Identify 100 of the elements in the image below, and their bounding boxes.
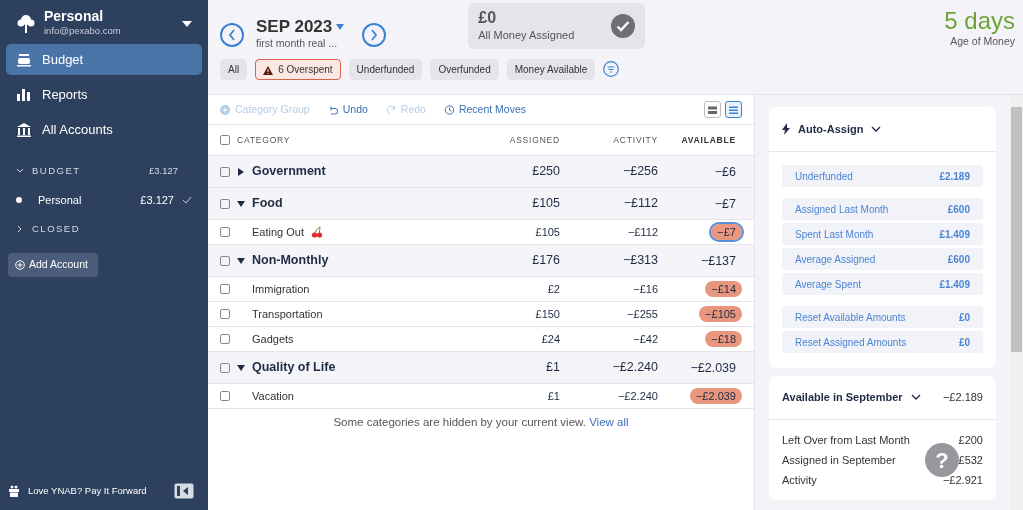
dot-icon <box>16 197 22 203</box>
column-header[interactable]: AVAILABLE <box>681 133 736 147</box>
available-amount: −£2.039 <box>689 359 737 376</box>
section-amount: £3.127 <box>148 163 178 178</box>
dropdown-caret-icon[interactable] <box>336 24 345 30</box>
available-amount[interactable]: −£2.039 <box>689 388 742 404</box>
age-of-money-value: 5 days <box>944 8 1015 34</box>
auto-assign-option[interactable]: Reset Assigned Amounts £0 <box>782 331 983 353</box>
chevron-right-icon <box>370 28 379 41</box>
row-checkbox[interactable] <box>220 198 230 209</box>
summary-amount: £200 <box>958 433 983 448</box>
nav-item[interactable]: Budget <box>6 44 202 75</box>
row-checkbox[interactable] <box>220 166 230 177</box>
scrollbar-thumb[interactable] <box>1011 107 1022 352</box>
filter-icon[interactable] <box>603 61 620 78</box>
account-name[interactable]: Personal <box>38 191 141 209</box>
activity-amount: −£256 <box>621 163 658 181</box>
undo-icon <box>327 104 339 115</box>
available-amount: −£7 <box>713 195 737 212</box>
auto-assign-option[interactable]: Average Assigned £600 <box>782 248 983 270</box>
activity-amount: −£2.240 <box>616 388 658 404</box>
available-amount[interactable]: −£7 <box>711 224 742 240</box>
group-name[interactable]: Food <box>252 194 283 213</box>
chevron-right-icon[interactable] <box>16 225 24 233</box>
assign-status: All Money Assigned <box>478 27 576 43</box>
auto-assign-option[interactable]: Reset Available Amounts £0 <box>782 306 983 328</box>
chevron-down-icon[interactable] <box>910 394 921 401</box>
month-title[interactable]: SEP 2023 <box>256 18 333 36</box>
chevron-down-icon[interactable] <box>871 125 882 133</box>
warning-icon <box>263 65 274 75</box>
month-note: first month real ... <box>256 36 339 51</box>
chevron-down-icon[interactable] <box>16 167 24 175</box>
filter-button[interactable]: All <box>220 58 248 80</box>
filter-button[interactable]: Underfunded <box>348 58 423 80</box>
toolbar-button[interactable]: Recent Moves <box>443 101 527 118</box>
panel-title[interactable]: Auto-Assign <box>798 120 864 138</box>
caret-down-icon[interactable] <box>237 199 245 208</box>
row-checkbox[interactable] <box>220 391 230 401</box>
category-name[interactable]: Vacation <box>252 387 294 405</box>
available-total: −£2.189 <box>942 390 983 406</box>
panel-title[interactable]: Available in September <box>782 389 903 406</box>
pay-it-forward-link[interactable]: Love YNAB? Pay It Forward <box>28 483 174 499</box>
available-amount[interactable]: −£18 <box>705 331 742 347</box>
row-checkbox[interactable] <box>220 309 230 319</box>
filter-button[interactable]: Money Available <box>506 58 596 80</box>
plus-circle-icon <box>15 259 25 270</box>
available-amount: −£137 <box>699 252 737 269</box>
check-circle-icon <box>611 14 636 38</box>
previous-month-button[interactable] <box>220 22 244 47</box>
filter-button[interactable]: 6 Overspent <box>255 58 341 80</box>
group-name[interactable]: Non-Monthly <box>252 251 329 270</box>
gift-icon <box>8 485 20 497</box>
register-icon <box>16 51 32 68</box>
view-all-link[interactable]: View all <box>589 416 629 428</box>
summary-label: Activity <box>782 473 817 488</box>
group-name[interactable]: Government <box>252 162 326 181</box>
section-title[interactable]: BUDGET <box>32 163 149 179</box>
select-all-checkbox[interactable] <box>220 135 230 145</box>
row-checkbox[interactable] <box>220 284 230 294</box>
column-header[interactable]: CATEGORY <box>237 133 291 147</box>
age-of-money-label: Age of Money <box>949 34 1015 49</box>
category-name[interactable]: Eating Out <box>252 223 304 241</box>
section-title[interactable]: CLOSED <box>32 221 192 237</box>
category-name[interactable]: Gadgets <box>252 330 294 348</box>
toolbar-button[interactable]: Undo <box>327 101 368 118</box>
collapse-sidebar-icon[interactable] <box>174 483 194 499</box>
caret-down-icon[interactable] <box>237 256 245 265</box>
view-toggle-button[interactable] <box>704 101 721 118</box>
row-checkbox[interactable] <box>220 255 230 266</box>
available-amount[interactable]: −£105 <box>699 306 742 322</box>
caret-icon[interactable] <box>182 20 192 28</box>
assigned-amount: £2 <box>546 281 560 297</box>
assigned-amount: £24 <box>540 331 560 347</box>
auto-assign-option[interactable]: Assigned Last Month £600 <box>782 198 983 220</box>
available-amount[interactable]: −£14 <box>705 281 742 297</box>
row-checkbox[interactable] <box>220 227 230 237</box>
auto-assign-option[interactable]: Underfunded £2.189 <box>782 165 983 187</box>
column-header[interactable]: ASSIGNED <box>509 134 560 145</box>
next-month-button[interactable] <box>362 22 387 47</box>
auto-assign-option[interactable]: Average Spent £1.409 <box>782 273 983 295</box>
activity-amount: −£16 <box>632 281 658 297</box>
row-checkbox[interactable] <box>220 334 230 344</box>
filter-button[interactable]: Overfunded <box>430 58 499 80</box>
nav-item[interactable]: Reports <box>6 79 202 110</box>
assigned-amount: £176 <box>531 252 560 270</box>
category-name[interactable]: Transportation <box>252 305 323 323</box>
caret-right-icon[interactable] <box>237 167 245 176</box>
row-checkbox[interactable] <box>220 362 230 373</box>
column-header[interactable]: ACTIVITY <box>613 134 658 145</box>
assigned-amount: £250 <box>531 163 560 181</box>
summary-label: Left Over from Last Month <box>782 433 910 448</box>
category-name[interactable]: Immigration <box>252 280 310 298</box>
nav-item[interactable]: All Accounts <box>6 114 202 145</box>
assigned-amount: £105 <box>534 224 560 240</box>
caret-down-icon[interactable] <box>237 363 245 372</box>
list-icon <box>728 104 739 115</box>
add-account-button[interactable]: Add Account <box>8 253 98 277</box>
auto-assign-option[interactable]: Spent Last Month £1.409 <box>782 223 983 245</box>
group-name[interactable]: Quality of Life <box>252 358 336 377</box>
view-toggle-button[interactable] <box>725 101 742 118</box>
